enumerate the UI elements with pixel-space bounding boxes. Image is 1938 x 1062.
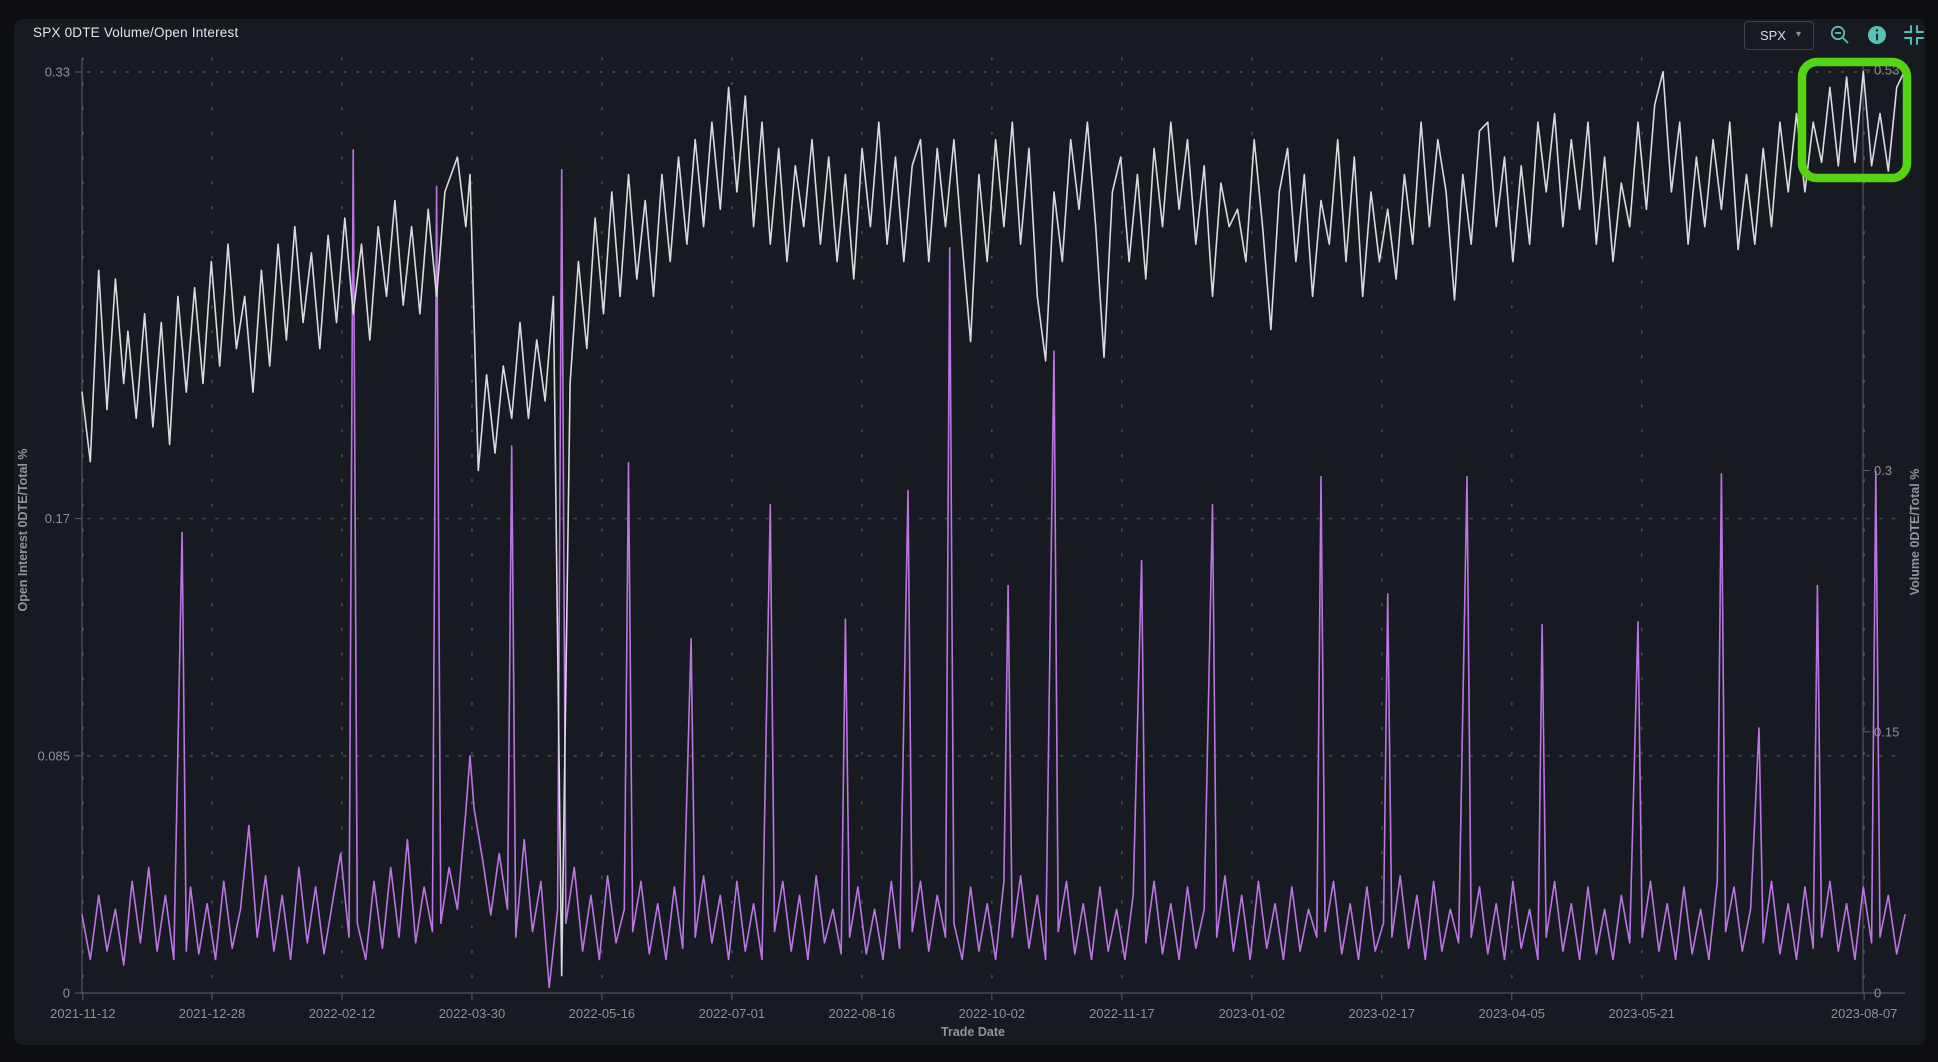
info-icon <box>1868 26 1886 44</box>
x-axis-tick-label: 2023-04-05 <box>1479 1006 1546 1021</box>
x-axis-tick-label: 2023-05-21 <box>1609 1006 1676 1021</box>
x-axis-tick-label: 2021-11-12 <box>50 1006 116 1021</box>
symbol-dropdown-value: SPX <box>1759 27 1786 43</box>
y-axis-right-title: Volume 0DTE/Total % <box>1908 469 1922 596</box>
x-axis-tick-label: 2022-07-01 <box>699 1006 766 1021</box>
x-axis-title: Trade Date <box>941 1025 1005 1039</box>
x-axis-tick-label: 2023-02-17 <box>1349 1006 1416 1021</box>
chart-canvas: 0.330.170.08500.530.30.1502021-11-12 2021… <box>16 57 1922 1039</box>
zoom-out-button[interactable] <box>1828 23 1852 47</box>
x-axis-tick-label: 2023-08-07 <box>1831 1006 1898 1021</box>
info-button[interactable] <box>1866 24 1888 46</box>
y-axis-left-tick-label: 0.33 <box>45 65 70 80</box>
y-axis-right-tick-label: 0 <box>1874 986 1881 1001</box>
open-interest-line <box>81 149 1906 989</box>
chart-title: SPX 0DTE Volume/Open Interest <box>33 25 239 40</box>
y-axis-left-title: Open Interest 0DTE/Total % <box>16 449 30 612</box>
x-axis-tick-label: 2021-12-28 <box>179 1006 246 1021</box>
y-axis-left-tick-label: 0 <box>63 986 70 1001</box>
y-axis-right-tick-label: 0.3 <box>1874 463 1892 478</box>
x-axis-tick-label: 2023-01-02 <box>1219 1006 1286 1021</box>
collapse-icon <box>1904 25 1924 45</box>
x-axis-tick-label: 2022-11-17 <box>1089 1006 1155 1021</box>
x-axis-tick-label: 2022-10-02 <box>959 1006 1026 1021</box>
zoom-out-icon <box>1830 25 1849 44</box>
header-controls: SPX ▾ <box>1743 18 1926 52</box>
chevron-down-icon: ▾ <box>1795 29 1801 40</box>
x-axis-tick-label: 2022-03-30 <box>439 1006 506 1021</box>
x-axis-tick-label: 2022-02-12 <box>309 1006 376 1021</box>
x-axis-tick-label: 2022-08-16 <box>829 1006 896 1021</box>
symbol-dropdown[interactable]: SPX ▾ <box>1743 20 1814 50</box>
y-axis-left-tick-label: 0.085 <box>37 748 70 763</box>
y-axis-left-tick-label: 0.17 <box>45 511 70 526</box>
x-axis-tick-label: 2022-05-16 <box>569 1006 636 1021</box>
collapse-button[interactable] <box>1902 23 1926 47</box>
